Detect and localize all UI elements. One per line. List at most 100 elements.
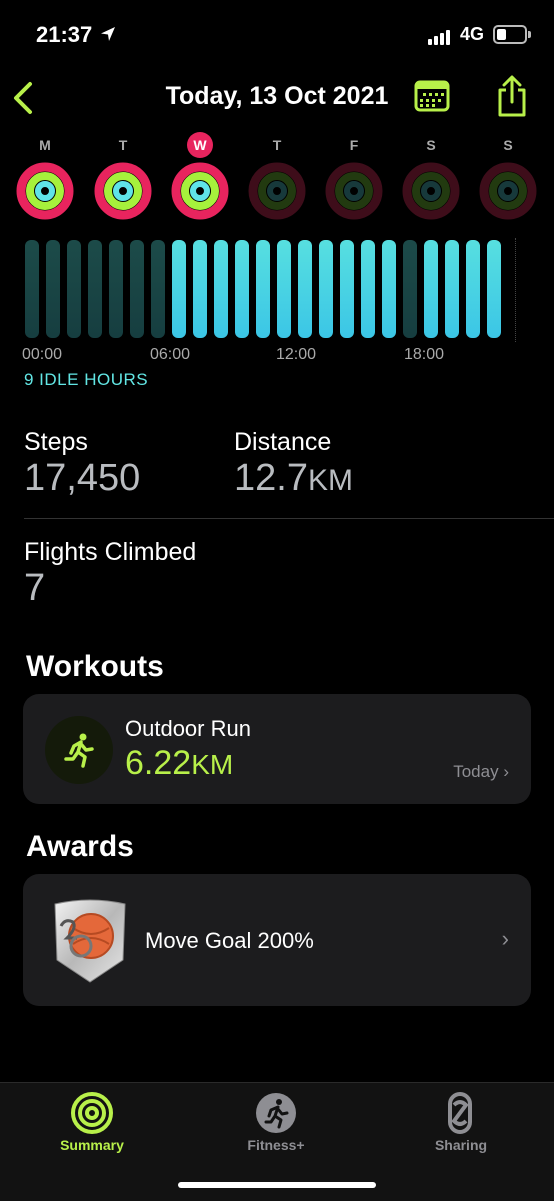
stand-hour-bar <box>214 240 228 338</box>
stand-hour-bar <box>382 240 396 338</box>
workout-title: Outdoor Run <box>125 716 251 741</box>
workout-card[interactable]: Outdoor Run 6.22KM Today › <box>23 694 531 804</box>
distance-value: 12.7 <box>234 457 308 499</box>
stand-hour-bar <box>67 240 81 338</box>
stand-hour-bar <box>466 240 480 338</box>
day-label: T <box>272 137 282 153</box>
tick-label: 00:00 <box>22 346 63 363</box>
activity-rings-icon <box>479 162 537 220</box>
stand-hour-bar <box>151 240 165 338</box>
outdoor-run-icon <box>45 716 113 784</box>
day-label: S <box>426 137 436 153</box>
stand-hour-bar <box>25 240 39 338</box>
activity-rings-icon <box>171 162 229 220</box>
tick-label: 06:00 <box>150 346 191 363</box>
hour-axis: 00:00 06:00 12:00 18:00 <box>22 346 522 368</box>
divider <box>24 518 554 519</box>
signal-strength-icon <box>428 27 452 45</box>
flights-value: 7 <box>24 567 46 609</box>
day-label: F <box>349 137 359 153</box>
day-label: M <box>39 137 51 153</box>
distance-label: Distance <box>234 428 332 456</box>
day-saturday[interactable]: S <box>401 132 461 220</box>
future-hour-line <box>515 238 516 342</box>
stand-hour-bar <box>445 240 459 338</box>
stand-hour-bar <box>235 240 249 338</box>
distance-value-row: 12.7KM <box>234 457 353 500</box>
workouts-heading: Workouts <box>26 650 164 683</box>
tab-fitness-plus[interactable]: Fitness+ <box>206 1091 346 1153</box>
battery-icon <box>493 25 531 44</box>
day-wednesday[interactable]: W <box>170 132 230 220</box>
day-monday[interactable]: M <box>15 132 75 220</box>
stand-hour-bar <box>298 240 312 338</box>
status-bar: 21:37 4G <box>0 0 554 70</box>
tick-label: 12:00 <box>276 346 317 363</box>
calendar-icon[interactable] <box>414 78 450 114</box>
chevron-right-icon: › <box>501 926 509 951</box>
tab-summary[interactable]: Summary <box>22 1091 162 1153</box>
network-type: 4G <box>460 24 485 44</box>
workout-value: 6.22 <box>125 744 192 782</box>
stand-hour-bar <box>340 240 354 338</box>
steps-label: Steps <box>24 428 88 456</box>
tab-label: Summary <box>60 1137 124 1153</box>
steps-value: 17,450 <box>24 457 141 499</box>
location-arrow-icon <box>101 27 115 41</box>
workout-date-label: Today <box>453 762 499 781</box>
sharing-icon <box>448 1092 472 1134</box>
status-time: 21:37 <box>36 22 93 47</box>
workout-unit: KM <box>191 749 234 780</box>
stand-hour-bar <box>46 240 60 338</box>
share-icon[interactable] <box>494 74 530 118</box>
workout-date: Today › <box>453 762 509 782</box>
summary-rings-icon <box>71 1092 113 1134</box>
activity-rings-icon <box>94 162 152 220</box>
activity-rings-icon <box>325 162 383 220</box>
distance-stat: Distance 12.7KM <box>234 428 353 500</box>
fitness-runner-icon <box>256 1093 296 1133</box>
day-friday[interactable]: F <box>324 132 384 220</box>
stand-hours-chart <box>22 238 522 342</box>
tab-label: Sharing <box>434 1137 488 1153</box>
stand-hour-bar <box>277 240 291 338</box>
move-goal-badge-icon <box>54 899 126 983</box>
flights-stat: Flights Climbed 7 <box>24 538 196 610</box>
tab-sharing[interactable]: Sharing <box>391 1091 531 1153</box>
day-label: S <box>503 137 513 153</box>
page-title: Today, 13 Oct 2021 <box>165 82 389 110</box>
day-tuesday[interactable]: T <box>93 132 153 220</box>
stand-hour-bar <box>424 240 438 338</box>
activity-rings-icon <box>16 162 74 220</box>
stand-hour-bar <box>193 240 207 338</box>
stand-hour-bar <box>403 240 417 338</box>
day-thursday[interactable]: T <box>247 132 307 220</box>
stand-hour-bar <box>88 240 102 338</box>
idle-hours-label: 9 IDLE HOURS <box>24 370 149 389</box>
award-title: Move Goal 200% <box>145 928 314 953</box>
stand-hour-bar <box>487 240 501 338</box>
tab-label: Fitness+ <box>247 1137 305 1153</box>
activity-rings-icon <box>402 162 460 220</box>
stand-bars <box>22 238 522 342</box>
stand-hour-bar <box>361 240 375 338</box>
stand-hour-bar <box>172 240 186 338</box>
distance-unit: KM <box>307 464 353 497</box>
stand-hour-bar <box>319 240 333 338</box>
tick-label: 18:00 <box>404 346 445 363</box>
activity-rings-icon <box>248 162 306 220</box>
nav-bar: Today, 13 Oct 2021 <box>0 70 554 126</box>
stand-hour-bar <box>109 240 123 338</box>
award-card[interactable]: Move Goal 200% › <box>23 874 531 1006</box>
chevron-right-icon: › <box>503 762 509 781</box>
day-sunday[interactable]: S <box>478 132 538 220</box>
week-strip: M T W T F S S <box>0 132 554 228</box>
workout-distance: 6.22KM <box>125 744 233 783</box>
day-label: W <box>187 132 213 158</box>
day-label: T <box>118 137 128 153</box>
flights-label: Flights Climbed <box>24 538 197 566</box>
stand-hour-bar <box>130 240 144 338</box>
steps-stat: Steps 17,450 <box>24 428 140 500</box>
stand-hour-bar <box>256 240 270 338</box>
home-indicator <box>178 1182 376 1188</box>
